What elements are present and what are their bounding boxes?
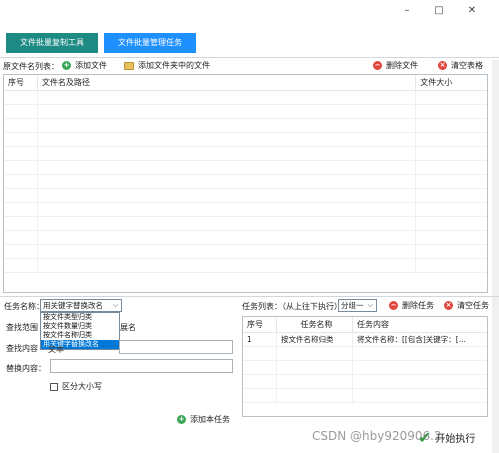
table-row <box>243 375 487 389</box>
table-row <box>4 189 487 203</box>
task-table[interactable]: 序号 任务名称 任务内容 1 按文件名称归类 将文件名称：[[包含]关键字：[.… <box>242 316 488 417</box>
task-name-select[interactable]: 用关键字替换改名 ⌵ <box>40 299 122 312</box>
divider <box>0 296 499 297</box>
column-header-size: 文件大小 <box>420 78 453 87</box>
delete-file-button[interactable]: − 删除文件 <box>373 60 418 71</box>
scope-label: 查找范围 <box>6 323 38 332</box>
clear-task-button[interactable]: × 清空任务 <box>444 300 489 311</box>
table-row <box>4 133 487 147</box>
column-header-no: 序号 <box>4 75 38 90</box>
task-row-name: 按文件名称归类 <box>277 333 353 346</box>
column-header-task-content: 任务内容 <box>357 320 389 329</box>
plus-icon: + <box>177 415 186 424</box>
task-row-content: 将文件名称：[[包含]关键字：[... <box>357 335 466 344</box>
source-file-table[interactable]: 序号 文件名及路径 文件大小 <box>3 74 488 293</box>
task-row-no: 1 <box>243 333 277 346</box>
table-row <box>243 361 487 375</box>
clear-table-button[interactable]: × 清空表格 <box>438 60 483 71</box>
clear-table-label: 清空表格 <box>451 61 483 70</box>
plus-icon: + <box>62 61 71 70</box>
delete-task-button[interactable]: − 删除任务 <box>389 300 434 311</box>
column-header-no: 序号 <box>243 317 277 332</box>
table-row <box>4 147 487 161</box>
add-task-label: 添加本任务 <box>190 415 230 424</box>
table-row <box>4 119 487 133</box>
checkbox-box <box>50 382 58 391</box>
dropdown-option[interactable]: 按文件名称归类 <box>41 331 119 340</box>
table-row <box>4 231 487 245</box>
group-select[interactable]: 分组一 ⌵ <box>338 299 377 312</box>
case-sensitive-checkbox[interactable]: 区分大小写 <box>50 381 102 392</box>
x-icon: × <box>444 301 453 310</box>
delete-task-label: 删除任务 <box>402 301 434 310</box>
folder-icon <box>124 61 134 70</box>
clear-task-label: 清空任务 <box>457 301 489 310</box>
task-name-value: 用关键字替换改名 <box>43 301 103 310</box>
add-file-label: 添加文件 <box>75 61 107 70</box>
case-sensitive-label: 区分大小写 <box>62 382 102 391</box>
add-task-button[interactable]: + 添加本任务 <box>177 414 230 425</box>
table-row <box>4 105 487 119</box>
minus-icon: − <box>389 301 398 310</box>
source-list-label: 原文件名列表： <box>3 62 59 71</box>
table-row <box>4 161 487 175</box>
dropdown-option[interactable]: 按文件数量归类 <box>41 322 119 331</box>
dropdown-option[interactable]: 按文件类型归类 <box>41 313 119 322</box>
find-input[interactable] <box>119 340 233 354</box>
tab-file-copy-tool[interactable]: 文件批量复制工具 <box>6 33 98 53</box>
find-mode-value: 文本 <box>48 345 64 354</box>
chevron-down-icon: ⌵ <box>367 301 373 309</box>
table-row[interactable]: 1 按文件名称归类 将文件名称：[[包含]关键字：[... <box>243 333 487 347</box>
minimize-button[interactable]: – <box>392 4 422 18</box>
table-row <box>4 91 487 105</box>
table-row <box>243 347 487 361</box>
replace-input[interactable] <box>50 359 233 373</box>
close-button[interactable]: ✕ <box>457 4 487 18</box>
maximize-button[interactable]: □ <box>424 4 454 18</box>
column-header-task-name: 任务名称 <box>277 317 353 332</box>
delete-file-label: 删除文件 <box>386 61 418 70</box>
find-label: 查找内容 <box>6 344 38 353</box>
minus-icon: − <box>373 61 382 70</box>
table-row <box>243 389 487 403</box>
table-row <box>4 217 487 231</box>
column-header-path: 文件名及路径 <box>38 75 417 90</box>
x-icon: × <box>438 61 447 70</box>
window-scrollbar[interactable] <box>492 60 499 453</box>
add-folder-files-label: 添加文件夹中的文件 <box>138 61 210 70</box>
group-value: 分组一 <box>341 301 364 310</box>
table-header: 序号 任务名称 任务内容 <box>243 317 487 333</box>
table-row <box>4 175 487 189</box>
replace-label: 替换内容： <box>6 364 46 373</box>
table-row <box>4 245 487 259</box>
add-folder-files-button[interactable]: 添加文件夹中的文件 <box>124 60 210 71</box>
table-header: 序号 文件名及路径 文件大小 <box>4 75 487 91</box>
tab-file-batch-task[interactable]: 文件批量管理任务 <box>104 33 196 53</box>
task-name-label: 任务名称： <box>4 302 44 311</box>
task-list-label: 任务列表：（从上往下执行） <box>242 302 342 311</box>
table-row <box>4 203 487 217</box>
watermark-text: CSDN @hby920906.2... <box>312 429 454 443</box>
scope-suffix-label: 展名 <box>120 323 136 332</box>
add-file-button[interactable]: + 添加文件 <box>62 60 107 71</box>
table-row <box>4 259 487 273</box>
divider <box>0 57 499 58</box>
chevron-down-icon: ⌵ <box>112 301 118 309</box>
